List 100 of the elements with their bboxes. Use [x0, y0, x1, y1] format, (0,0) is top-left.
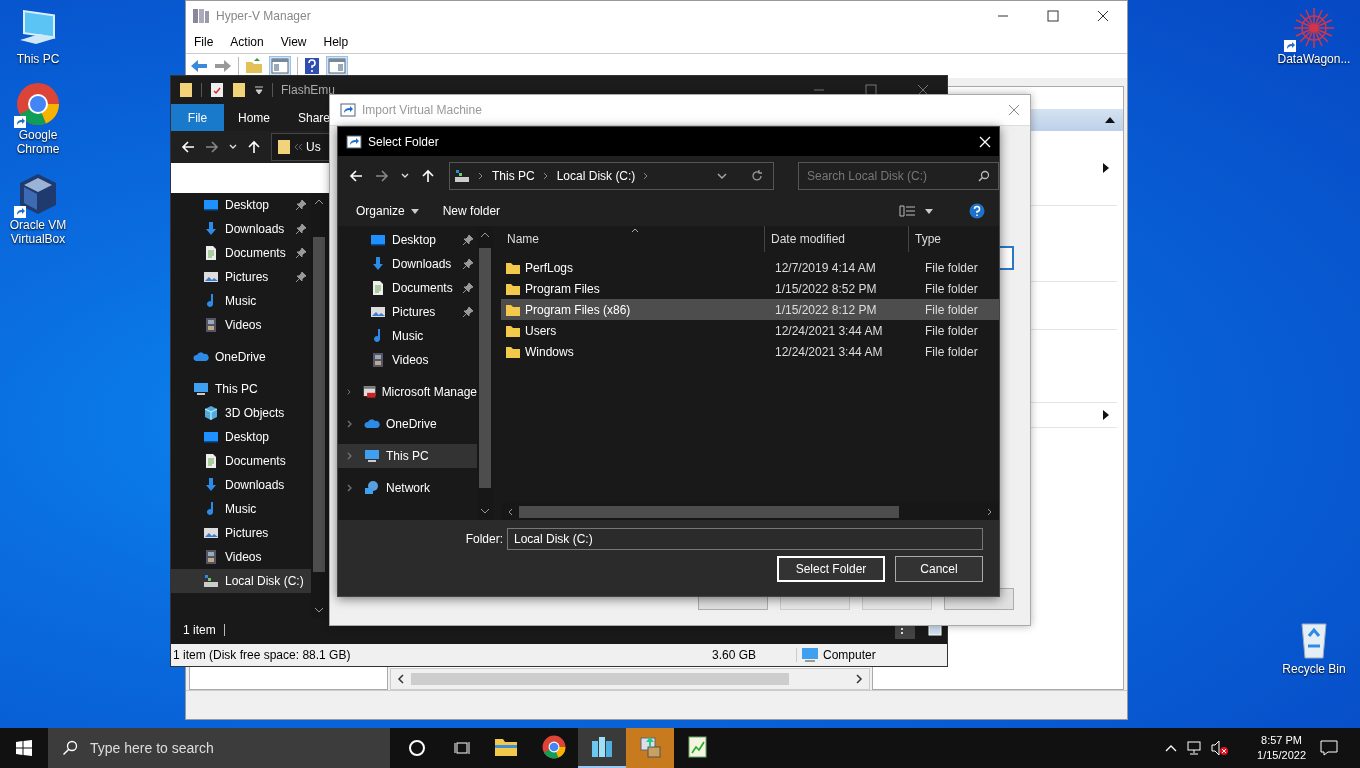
scroll-right-icon[interactable] [855, 674, 863, 684]
help-icon[interactable] [969, 203, 985, 219]
nav-item[interactable]: Downloads [338, 252, 477, 276]
forward-arrow-icon[interactable] [205, 140, 219, 154]
scroll-left-icon[interactable] [397, 674, 405, 684]
chevron-up-icon[interactable] [1165, 744, 1178, 752]
file-row[interactable]: PerfLogs 12/7/2019 4:14 AM File folder [501, 257, 999, 278]
menu-item[interactable]: Help [323, 35, 349, 49]
desktop-icon-label[interactable]: DataWagon... [1272, 52, 1356, 66]
panel-icon[interactable] [326, 56, 348, 76]
nav-item[interactable]: Music [338, 324, 477, 348]
nav-item[interactable]: OneDrive [338, 412, 477, 436]
nav-item[interactable]: Documents [171, 241, 311, 265]
scroll-left-icon[interactable] [507, 507, 513, 516]
ribbon-tab[interactable]: Home [224, 104, 284, 131]
chevron-down-icon[interactable] [717, 173, 727, 179]
collapse-triangle-icon[interactable] [1105, 117, 1115, 123]
breadcrumb-chevron-icon[interactable] [478, 172, 484, 180]
file-row[interactable]: Windows 12/24/2021 3:44 AM File folder [501, 341, 999, 362]
menu-item[interactable]: View [280, 35, 307, 49]
expand-chevron-icon[interactable] [346, 420, 354, 428]
back-arrow-icon[interactable] [349, 169, 363, 183]
new-folder-button[interactable]: New folder [434, 200, 509, 222]
search-icon[interactable] [978, 170, 990, 182]
ribbon-tab[interactable]: File [171, 104, 224, 131]
clock-date[interactable]: 1/15/2022 [1257, 748, 1306, 763]
menu-item[interactable]: Action [230, 35, 264, 49]
nav-item[interactable]: This PC [338, 444, 477, 468]
nav-item[interactable]: Videos [338, 348, 477, 372]
nav-item[interactable]: Downloads [171, 217, 311, 241]
search-field[interactable]: Search Local Disk (C:) [798, 162, 999, 190]
dropdown-icon[interactable] [254, 85, 264, 95]
network-icon[interactable] [1185, 740, 1204, 756]
refresh-icon[interactable] [751, 170, 763, 182]
close-icon[interactable] [1097, 10, 1109, 22]
view-options-icon[interactable] [899, 205, 917, 217]
submenu-triangle-icon[interactable] [1103, 410, 1109, 420]
up-arrow-icon[interactable] [247, 140, 261, 154]
nav-item[interactable]: Pictures [171, 265, 311, 289]
scroll-up-icon[interactable] [314, 199, 324, 205]
scroll-right-icon[interactable] [987, 507, 993, 516]
nav-item[interactable]: This PC [171, 377, 311, 401]
cortana-circle-icon[interactable] [408, 739, 426, 757]
nav-item[interactable]: Downloads [171, 473, 311, 497]
star-burst-icon[interactable] [1292, 6, 1336, 50]
file-row[interactable]: Program Files (x86) 1/15/2022 8:12 PM File folder [501, 299, 999, 320]
nav-item[interactable]: Local Disk (C:) [171, 569, 311, 593]
nav-item[interactable]: Network [338, 476, 477, 500]
column-header[interactable]: Type [909, 226, 999, 252]
column-header[interactable]: Date modified [765, 226, 909, 252]
new-folder-icon[interactable] [232, 82, 246, 98]
file-row[interactable]: Program Files 1/15/2022 8:52 PM File folder [501, 278, 999, 299]
folder-field[interactable]: Local Disk (C:) [507, 528, 983, 550]
select-folder-button[interactable]: Select Folder [777, 556, 885, 582]
scroll-down-icon[interactable] [314, 607, 324, 613]
menu-item[interactable]: File [194, 35, 214, 49]
panel-icon[interactable] [269, 56, 291, 76]
address-bar[interactable]: This PC Local Disk (C:) [449, 162, 774, 190]
expand-chevron-icon[interactable] [346, 452, 354, 460]
nav-item[interactable]: Documents [338, 276, 477, 300]
nav-item[interactable]: Music [171, 289, 311, 313]
taskbar-search-field[interactable]: Type here to search [48, 728, 390, 768]
expand-chevron-icon[interactable] [346, 484, 354, 492]
nav-item[interactable]: Pictures [171, 521, 311, 545]
submenu-triangle-icon[interactable] [1103, 163, 1109, 173]
windows-logo-icon[interactable] [16, 740, 32, 756]
desktop-icon-label[interactable]: Oracle VM VirtualBox [2, 218, 74, 246]
nav-item[interactable]: Desktop [171, 425, 311, 449]
close-icon[interactable] [917, 84, 929, 96]
browser-logo-icon[interactable] [16, 82, 60, 126]
maximize-icon[interactable] [865, 84, 877, 96]
file-row[interactable]: Users 12/24/2021 3:44 AM File folder [501, 320, 999, 341]
back-arrow-icon[interactable] [181, 140, 195, 154]
task-view-icon[interactable] [454, 739, 472, 757]
properties-icon[interactable] [210, 82, 224, 98]
desktop-icon-label[interactable]: Recycle Bin [1272, 662, 1356, 676]
nav-item[interactable]: Videos [171, 545, 311, 569]
help-icon[interactable] [304, 57, 320, 75]
scroll-down-icon[interactable] [480, 508, 490, 514]
notification-icon[interactable] [1320, 740, 1338, 756]
up-arrow-icon[interactable] [421, 169, 435, 183]
breadcrumb-item[interactable]: Local Disk (C:) [556, 169, 636, 183]
taskbar-app[interactable] [578, 728, 626, 768]
nav-item[interactable]: Desktop [171, 193, 311, 217]
desktop-icon-label[interactable]: Google Chrome [2, 128, 74, 156]
breadcrumb-item[interactable]: This PC [492, 169, 535, 183]
breadcrumb-chevron-icon[interactable] [542, 172, 549, 180]
desktop-icon-label[interactable]: This PC [2, 52, 74, 66]
nav-item[interactable]: Microsoft Manage [338, 380, 477, 404]
expand-chevron-icon[interactable] [346, 388, 353, 396]
forward-arrow-icon[interactable] [375, 169, 389, 183]
caret-icon[interactable] [925, 208, 933, 214]
nav-item[interactable]: Pictures [338, 300, 477, 324]
overflow-chevrons-icon[interactable] [293, 143, 303, 151]
scroll-up-icon[interactable] [480, 232, 490, 238]
nav-item[interactable]: Videos [171, 313, 311, 337]
nav-item[interactable]: Desktop [338, 228, 477, 252]
clock-time[interactable]: 8:57 PM [1261, 733, 1302, 748]
nav-item[interactable]: 3D Objects [171, 401, 311, 425]
forward-arrow-icon[interactable] [214, 58, 232, 74]
